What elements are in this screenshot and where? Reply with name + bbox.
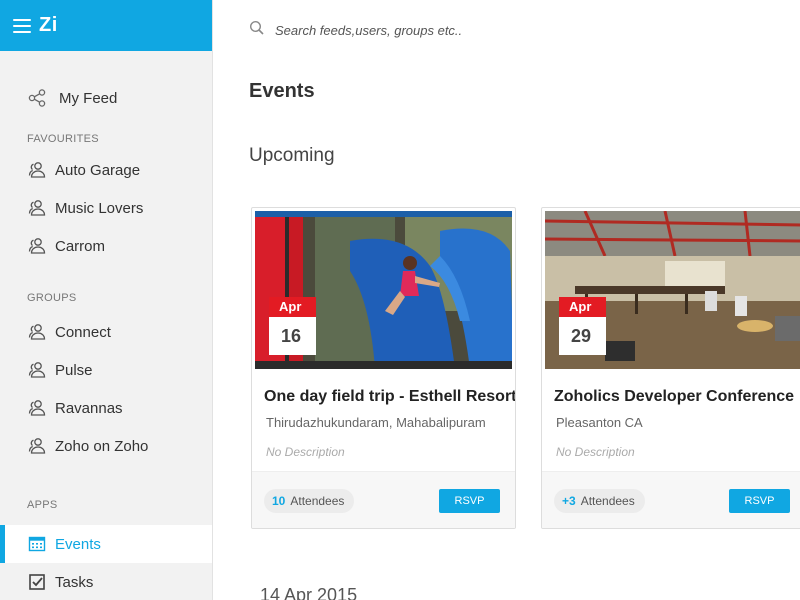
sidebar-item-label: Pulse (55, 361, 93, 379)
search-icon[interactable] (249, 20, 265, 41)
sidebar-item-music-lovers[interactable]: Music Lovers (0, 189, 212, 227)
app-logo[interactable]: Zi (39, 14, 58, 37)
sidebar-item-pulse[interactable]: Pulse (0, 351, 212, 389)
event-month: Apr (559, 297, 606, 317)
app: Zi My Feed FAVOURITES Auto Garage Music … (0, 0, 800, 600)
section-title-groups: GROUPS (27, 292, 77, 304)
calendar-icon (27, 534, 47, 554)
search-bar[interactable]: Search feeds,users, groups etc.. (249, 20, 462, 41)
event-date-badge: Apr 29 (559, 297, 606, 355)
sidebar-item-tasks[interactable]: Tasks (0, 563, 212, 600)
hamburger-icon[interactable] (13, 18, 31, 33)
section-title-apps: APPS (27, 499, 58, 511)
sidebar: Zi My Feed FAVOURITES Auto Garage Music … (0, 0, 213, 600)
page-title: Events (249, 80, 315, 102)
brand-bar: Zi (0, 0, 212, 51)
sidebar-item-label: My Feed (59, 89, 118, 107)
event-description: No Description (266, 445, 345, 459)
main-content: Search feeds,users, groups etc.. Events … (213, 0, 800, 600)
group-icon (27, 322, 47, 342)
sidebar-item-events[interactable]: Events (0, 525, 212, 563)
group-icon (27, 398, 47, 418)
event-card-footer: 10 Attendees RSVP (252, 471, 515, 528)
sidebar-item-ravannas[interactable]: Ravannas (0, 389, 212, 427)
sidebar-item-label: Tasks (55, 573, 94, 591)
event-image: Apr 29 (545, 211, 800, 369)
event-title[interactable]: One day field trip - Esthell Resort (264, 388, 515, 406)
attendees-label: Attendees (290, 494, 345, 508)
sidebar-item-label: Carrom (55, 237, 106, 255)
event-day: 29 (559, 317, 606, 355)
attendees-pill[interactable]: +3 Attendees (554, 489, 645, 513)
section-title-favourites: FAVOURITES (27, 133, 99, 145)
group-icon (27, 160, 47, 180)
event-location: Thirudazhukundaram, Mahabalipuram (266, 415, 486, 430)
sidebar-item-connect[interactable]: Connect (0, 313, 212, 351)
rsvp-button[interactable]: RSVP (439, 489, 500, 513)
event-month: Apr (269, 297, 316, 317)
attendees-label: Attendees (580, 494, 635, 508)
group-icon (27, 198, 47, 218)
sidebar-item-carrom[interactable]: Carrom (0, 227, 212, 265)
group-icon (27, 236, 47, 256)
attendees-pill[interactable]: 10 Attendees (264, 489, 355, 513)
event-image: Apr 16 (255, 211, 512, 369)
sidebar-item-label: Zoho on Zoho (55, 437, 149, 455)
attendees-count: 10 (272, 494, 286, 508)
event-card[interactable]: Apr 29 Zoholics Developer Conference Ple… (541, 207, 800, 529)
checkbox-icon (27, 572, 47, 592)
rsvp-button[interactable]: RSVP (729, 489, 790, 513)
event-location: Pleasanton CA (556, 415, 643, 430)
sidebar-item-auto-garage[interactable]: Auto Garage (0, 151, 212, 189)
event-card-footer: +3 Attendees RSVP (542, 471, 800, 528)
group-icon (27, 436, 47, 456)
sidebar-item-my-feed[interactable]: My Feed (0, 79, 212, 117)
search-input[interactable]: Search feeds,users, groups etc.. (275, 23, 462, 38)
sidebar-item-label: Ravannas (55, 399, 123, 417)
share-icon (27, 88, 47, 108)
event-description: No Description (556, 445, 635, 459)
group-icon (27, 360, 47, 380)
event-card[interactable]: Apr 16 One day field trip - Esthell Reso… (251, 207, 516, 529)
sidebar-item-label: Auto Garage (55, 161, 141, 179)
sidebar-item-label: Events (55, 535, 101, 553)
section-heading-upcoming: Upcoming (249, 145, 335, 166)
sidebar-item-zoho-on-zoho[interactable]: Zoho on Zoho (0, 427, 212, 465)
event-date-badge: Apr 16 (269, 297, 316, 355)
sidebar-item-label: Music Lovers (55, 199, 144, 217)
attendees-count: +3 (562, 494, 576, 508)
sidebar-item-label: Connect (55, 323, 111, 341)
event-title[interactable]: Zoholics Developer Conference (554, 388, 794, 406)
event-day: 16 (269, 317, 316, 355)
date-group-heading: 14 Apr 2015 (260, 585, 358, 600)
